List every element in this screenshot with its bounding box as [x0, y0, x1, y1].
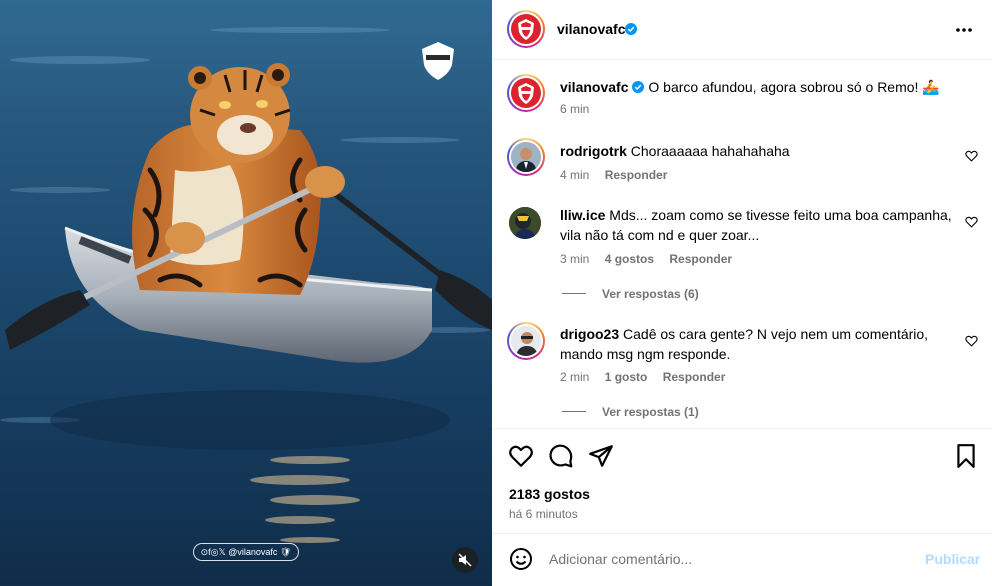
avatar[interactable] — [509, 207, 541, 239]
heart-icon[interactable] — [965, 150, 978, 162]
comment-time: 2 min — [560, 370, 590, 384]
comment-text: Mds... zoam como se tivesse feito uma bo… — [560, 207, 952, 243]
caption-username[interactable]: vilanovafc — [560, 79, 628, 95]
comment-username[interactable]: lliw.ice — [560, 207, 605, 223]
comment-time: 4 min — [560, 168, 590, 182]
tiger-canoe-illustration — [0, 27, 492, 543]
comment-item: lliw.ice Mds... zoam como se tivesse fei… — [492, 205, 992, 301]
watermark-social-handles: ⊙f◎𝕏 @vilanovafc 🛡 — [193, 543, 299, 561]
shield-badge-icon — [422, 42, 454, 80]
view-replies-label: Ver respostas (1) — [602, 405, 699, 419]
add-comment-bar: Adicionar comentário... Publicar — [492, 533, 992, 586]
story-ring[interactable] — [507, 322, 545, 360]
comment-likes[interactable]: 4 gostos — [605, 252, 654, 266]
club-crest-icon — [518, 83, 534, 104]
reply-button[interactable]: Responder — [669, 252, 732, 266]
post-image[interactable]: ⊙f◎𝕏 @vilanovafc 🛡 — [0, 0, 492, 586]
heart-icon[interactable] — [965, 216, 978, 228]
comment-input[interactable]: Adicionar comentário... — [549, 551, 692, 567]
like-heart-icon[interactable] — [508, 443, 534, 469]
reply-button[interactable]: Responder — [605, 168, 668, 182]
avatar — [511, 326, 541, 356]
emoji-icon[interactable] — [509, 547, 533, 571]
view-replies-label: Ver respostas (6) — [602, 287, 699, 301]
verified-badge-icon — [625, 23, 637, 35]
replies-divider — [562, 293, 586, 294]
verified-badge-icon — [632, 81, 645, 93]
user-photo-icon — [511, 326, 541, 356]
post-header: vilanovafc — [492, 0, 992, 60]
caption-meta: 6 min — [560, 102, 601, 116]
post-panel: vilanovafc vilanovafc O barco afundou, a… — [492, 0, 992, 586]
story-ring[interactable] — [507, 74, 545, 112]
replies-divider — [562, 411, 586, 412]
comment-text: Choraaaaaa hahahahaha — [630, 143, 790, 159]
comment-bubble-icon[interactable] — [548, 443, 574, 469]
bookmark-icon[interactable] — [953, 443, 979, 469]
avatar — [511, 78, 541, 108]
comment-username[interactable]: rodrigotrk — [560, 143, 627, 159]
user-photo-icon — [511, 142, 541, 172]
comment-item: drigoo23 Cadê os cara gente? N vejo nem … — [492, 322, 992, 419]
comment-likes[interactable]: 1 gosto — [605, 370, 648, 384]
heart-icon[interactable] — [965, 335, 978, 347]
header-username[interactable]: vilanovafc — [557, 21, 625, 37]
avatar — [511, 142, 541, 172]
more-options-icon[interactable] — [954, 22, 974, 38]
comment-meta: 4 min Responder — [560, 168, 679, 182]
club-crest-icon — [518, 19, 534, 40]
story-ring[interactable] — [507, 138, 545, 176]
comment-username[interactable]: drigoo23 — [560, 326, 619, 342]
view-replies-button[interactable]: Ver respostas (6) — [562, 287, 699, 301]
caption: vilanovafc O barco afundou, agora sobrou… — [492, 72, 992, 122]
share-plane-icon[interactable] — [588, 443, 614, 469]
user-photo-icon — [509, 207, 541, 239]
mute-button[interactable] — [452, 547, 478, 573]
caption-text: O barco afundou, agora sobrou só o Remo!… — [648, 79, 940, 95]
likes-count[interactable]: 2183 gostos — [509, 486, 590, 502]
comment-meta: 2 min 1 gosto Responder — [560, 370, 737, 384]
avatar — [511, 14, 541, 44]
story-ring[interactable] — [507, 10, 545, 48]
view-replies-button[interactable]: Ver respostas (1) — [562, 405, 699, 419]
caption-time: 6 min — [560, 102, 590, 116]
comment-item: rodrigotrk Choraaaaaa hahahahaha 4 min R… — [492, 138, 992, 188]
publish-button[interactable]: Publicar — [925, 551, 980, 567]
reply-button[interactable]: Responder — [663, 370, 726, 384]
speaker-muted-icon — [458, 553, 472, 567]
comment-meta: 3 min 4 gostos Responder — [560, 252, 744, 266]
comment-time: 3 min — [560, 252, 590, 266]
post-timestamp: há 6 minutos — [509, 507, 578, 521]
